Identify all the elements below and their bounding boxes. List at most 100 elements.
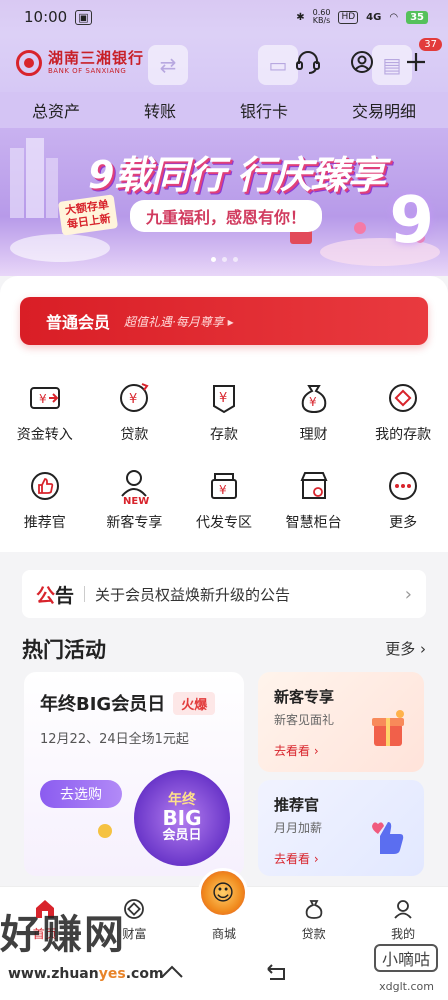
service-more[interactable]: 更多: [361, 466, 445, 532]
service-label: 贷款: [120, 427, 149, 443]
hd-badge: HD: [338, 10, 359, 24]
nav-label: 我的: [391, 927, 416, 941]
svg-text:¥: ¥: [219, 483, 227, 497]
service-my-deposit[interactable]: 我的存款: [361, 378, 445, 444]
ghost-card-icon: ▭: [258, 45, 298, 85]
service-label: 存款: [209, 427, 238, 443]
watermark-url: www.zhuanyes.com: [8, 966, 164, 982]
carousel-dot[interactable]: [221, 257, 227, 262]
service-label: 智慧柜台: [285, 515, 342, 531]
nav-label: 贷款: [301, 927, 326, 941]
banner-title: 9载同行 行庆臻享: [88, 153, 386, 197]
battery-indicator: 35: [406, 10, 428, 24]
card-title: 新客专享: [274, 688, 335, 706]
shop-button[interactable]: 去选购: [40, 780, 122, 808]
svg-text:¥: ¥: [309, 395, 317, 409]
member-title: 普通会员: [46, 313, 111, 332]
status-bar: 10:00 ▣ ✱ 0.60 KB/s HD 4G ◠ 35: [0, 0, 448, 34]
app-header: 湖南三湘银行 BANK OF SANXIANG ⇄ ▭ ▤ 37: [0, 34, 448, 92]
watermark-logo: 好赚网: [0, 912, 126, 958]
hot-badge: 火爆: [173, 691, 216, 715]
thumbs-up-hand-icon: [372, 822, 404, 854]
coin-icon: [98, 824, 112, 838]
svg-text:¥: ¥: [129, 392, 137, 407]
service-label: 新客专享: [106, 515, 163, 531]
watermark-right: 小嘀咕: [374, 944, 438, 972]
wealth-icon: ¥: [294, 378, 334, 418]
service-smart-counter[interactable]: 智慧柜台: [272, 466, 356, 532]
service-label: 我的存款: [375, 427, 432, 443]
wifi-icon: ◠: [389, 11, 399, 23]
app-notification-icon: ▣: [75, 9, 92, 25]
announcement-bar[interactable]: 公告 关于会员权益焕新升级的公告 ›: [22, 570, 426, 618]
payroll-icon: ¥: [204, 466, 244, 506]
network-speed: 0.60 KB/s: [312, 8, 331, 25]
profile-icon: [391, 897, 415, 921]
my-deposit-icon: [383, 378, 423, 418]
loan-icon: ¥: [114, 378, 154, 418]
service-new-user[interactable]: NEW 新客专享: [92, 466, 176, 532]
activity-card-big[interactable]: 年终BIG会员日 火爆 12月22、24日全场1元起 去选购 年终 BIG 会员…: [24, 672, 244, 876]
home-gesture-icon[interactable]: [160, 963, 184, 987]
banner-subtitle: 九重福利，感恩有你！: [130, 200, 323, 232]
more-link[interactable]: 更多 ›: [385, 638, 426, 659]
plus-icon[interactable]: 37: [402, 38, 442, 76]
service-label: 更多: [389, 515, 418, 531]
service-payroll[interactable]: ¥ 代发专区: [182, 466, 266, 532]
mall-icon[interactable]: ☺: [198, 868, 248, 918]
service-label: 资金转入: [16, 427, 73, 443]
carousel-dot[interactable]: [232, 257, 238, 262]
headset-icon[interactable]: [294, 48, 322, 76]
big-member-day-logo: 年终 BIG 会员日: [134, 770, 230, 866]
bank-logo: 湖南三湘银行 BANK OF SANXIANG: [16, 50, 144, 76]
bluetooth-icon: ✱: [296, 11, 305, 23]
announcement-text: 关于会员权益焕新升级的公告: [95, 585, 291, 604]
activity-card-referrer[interactable]: 推荐官 月月加薪 去看看 ›: [258, 780, 424, 876]
card-title: 推荐官: [274, 796, 320, 814]
tab-transfer[interactable]: 转账: [144, 98, 176, 122]
divider: [84, 586, 86, 602]
activity-card-new-user[interactable]: 新客专享 新客见面礼 去看看 ›: [258, 672, 424, 772]
service-referrer[interactable]: 推荐官: [3, 466, 87, 532]
bank-name: 湖南三湘银行: [48, 49, 145, 67]
member-subtitle: 超值礼遇·每月尊享 ▸: [124, 314, 234, 329]
service-wealth[interactable]: ¥ 理财: [272, 378, 356, 444]
gift-icon: [372, 710, 404, 746]
watermark-right-url: xdglt.com: [379, 980, 434, 993]
service-grid-row-2: 推荐官 NEW 新客专享 ¥ 代发专区 智慧柜台 更多: [0, 466, 448, 532]
tab-total-assets[interactable]: 总资产: [32, 98, 80, 122]
loan-nav-icon: [302, 897, 326, 921]
svg-text:NEW: NEW: [123, 496, 149, 506]
carousel-dot[interactable]: [210, 257, 216, 262]
service-label: 代发专区: [195, 515, 252, 531]
promo-banner[interactable]: 9载同行 行庆臻享 大额存单 每日上新 九重福利，感恩有你！ 9: [0, 128, 448, 276]
service-loan[interactable]: ¥ 贷款: [92, 378, 176, 444]
status-time: 10:00: [24, 8, 68, 26]
quick-tabs: 总资产 转账 银行卡 交易明细: [0, 92, 448, 128]
activity-subtitle: 12月22、24日全场1元起: [40, 732, 189, 747]
back-icon[interactable]: [264, 963, 288, 987]
tab-transactions[interactable]: 交易明细: [352, 98, 416, 122]
section-title: 热门活动: [22, 638, 106, 662]
transfer-in-icon: ¥: [25, 378, 65, 418]
nav-loan[interactable]: 贷款: [274, 897, 354, 942]
bank-name-en: BANK OF SANXIANG: [48, 67, 127, 75]
tab-bank-card[interactable]: 银行卡: [240, 98, 288, 122]
svg-text:¥: ¥: [39, 392, 47, 406]
signal-icon: 4G: [366, 11, 382, 23]
nav-profile[interactable]: 我的: [363, 897, 443, 942]
main-card: 普通会员 超值礼遇·每月尊享 ▸ ¥ 资金转入 ¥ 贷款 ¥ 存款 ¥ 理财 我…: [0, 276, 448, 552]
service-label: 理财: [299, 427, 328, 443]
nav-label: 商城: [211, 927, 236, 941]
svg-text:¥: ¥: [219, 391, 227, 406]
banner-number: 9: [389, 184, 434, 258]
service-deposit[interactable]: ¥ 存款: [182, 378, 266, 444]
deposit-icon: ¥: [204, 378, 244, 418]
member-bar[interactable]: 普通会员 超值礼遇·每月尊享 ▸: [20, 297, 428, 345]
service-transfer-in[interactable]: ¥ 资金转入: [3, 378, 87, 444]
ghost-transfer-icon: ⇄: [148, 45, 188, 85]
message-badge: 37: [419, 38, 442, 51]
activity-title: 年终BIG会员日: [40, 694, 166, 715]
user-icon[interactable]: [348, 48, 376, 76]
announcement-tag: 公告: [36, 584, 75, 607]
